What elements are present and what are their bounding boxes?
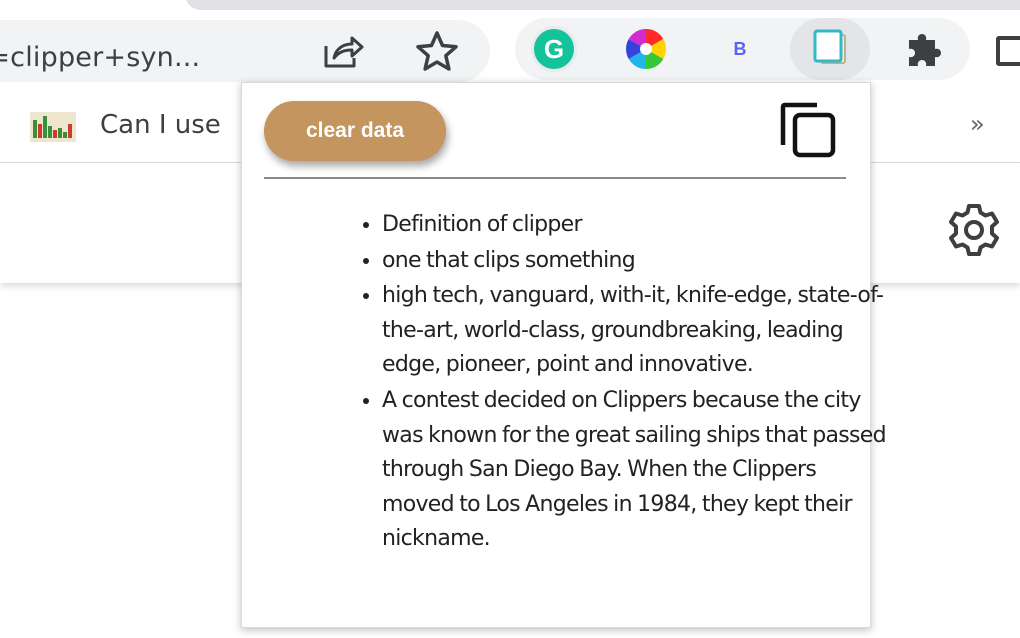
grammarly-letter: G <box>543 33 565 64</box>
bookmarks-overflow-chevron[interactable]: » <box>970 110 985 138</box>
color-wheel-icon <box>626 29 666 69</box>
copy-button[interactable] <box>779 101 841 159</box>
b-extension-button[interactable]: B <box>712 21 768 77</box>
tab-strip <box>185 0 1020 10</box>
bookmark-star-button[interactable] <box>413 28 461 76</box>
settings-button[interactable] <box>944 200 1004 260</box>
clipper-extension-icon <box>813 29 846 64</box>
list-item: A contest decided on Clippers because th… <box>382 383 892 557</box>
popup-divider <box>264 177 846 179</box>
star-icon <box>416 31 458 71</box>
side-panel-icon[interactable] <box>996 36 1020 66</box>
list-item: high tech, vanguard, with-it, knife-edge… <box>382 278 892 383</box>
grammarly-extension-button[interactable]: G <box>526 21 582 77</box>
gear-icon <box>949 204 999 256</box>
list-item: Definition of clipper <box>382 207 892 243</box>
grammarly-icon: G <box>531 26 577 72</box>
bookmark-caniuse[interactable]: Can I use <box>100 110 221 140</box>
clear-data-button[interactable]: clear data <box>264 101 446 161</box>
copy-icon <box>780 102 836 158</box>
clipper-popup: clear data Definition of clipper one tha… <box>241 82 887 628</box>
extensions-menu-button[interactable] <box>896 21 952 77</box>
clipper-extension-button[interactable] <box>790 18 870 80</box>
definitions-list: Definition of clipper one that clips som… <box>340 207 892 557</box>
browser-window: q=clipper+syn... G B <box>0 0 1020 638</box>
list-item: one that clips something <box>382 243 892 279</box>
share-icon <box>324 36 364 68</box>
address-bar-text[interactable]: q=clipper+syn... <box>0 42 200 73</box>
share-button[interactable] <box>318 28 366 76</box>
caniuse-favicon <box>30 112 76 142</box>
puzzle-icon <box>909 34 941 66</box>
b-extension-icon: B <box>733 38 747 59</box>
color-picker-extension-button[interactable] <box>618 21 674 77</box>
